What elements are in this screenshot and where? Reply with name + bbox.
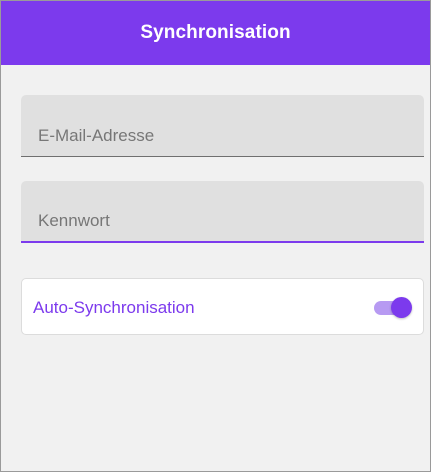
app-bar: Synchronisation	[1, 1, 430, 65]
auto-sync-label: Auto-Synchronisation	[33, 298, 195, 317]
email-field[interactable]	[21, 95, 424, 157]
app-screen: Synchronisation Auto-Synchronisation	[0, 0, 431, 472]
email-input[interactable]	[21, 95, 424, 156]
auto-sync-toggle[interactable]	[374, 296, 412, 318]
password-field[interactable]	[21, 181, 424, 243]
page-title: Synchronisation	[140, 22, 291, 43]
toggle-thumb	[391, 297, 412, 318]
auto-sync-card: Auto-Synchronisation	[21, 278, 424, 335]
password-input[interactable]	[21, 181, 424, 241]
